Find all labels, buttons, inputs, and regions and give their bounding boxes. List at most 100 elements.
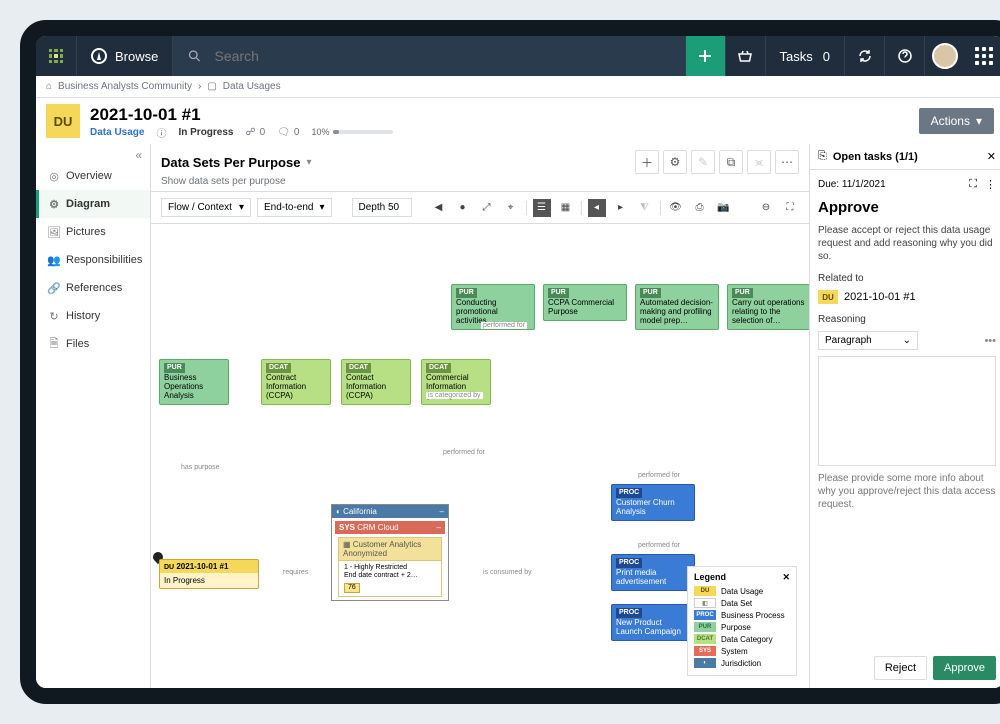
legend-title: Legend [694,572,726,583]
add-diagram-icon[interactable]: ＋ [635,150,659,174]
asset-type-link[interactable]: Data Usage [90,127,144,138]
zoom-fit-icon[interactable]: ⛶ [781,199,799,217]
tool-camera-icon[interactable]: 📷 [715,199,733,217]
sidebar-item-diagram[interactable]: ⚙Diagram [36,190,150,218]
help-icon[interactable] [884,36,924,76]
left-sidebar: « ◎Overview ⚙Diagram 🖼Pictures 👥Responsi… [36,144,151,688]
home-icon[interactable]: ⌂ [46,81,52,92]
approve-button[interactable]: Approve [933,656,996,680]
task-panel-title: Open tasks (1/1) [833,151,918,163]
node-purpose[interactable]: PURAutomated decision-making and profili… [635,284,719,330]
browse-menu[interactable]: Browse [76,36,173,76]
node-purpose[interactable]: PURBusiness Operations Analysis [159,359,229,405]
breadcrumb: ⌂ Business Analysts Community › ▢ Data U… [36,76,1000,98]
tool-eye-icon[interactable]: 👁 [667,199,685,217]
reasoning-textarea[interactable] [818,356,996,466]
refresh-icon[interactable] [844,36,884,76]
sidebar-item-files[interactable]: 🗎Files [36,330,150,358]
collapse-sidebar-icon[interactable]: « [36,148,150,162]
edit-icon[interactable]: ✎ [691,150,715,174]
node-purpose[interactable]: PURCarry out operations relating to the … [727,284,809,330]
comment-count[interactable]: ☍ 0 [246,127,266,138]
reasoning-hint: Please provide some more info about why … [818,472,996,511]
asset-header: DU 2021-10-01 #1 Data Usage ⓘ In Progres… [36,98,1000,144]
tool-fit-icon[interactable]: ⤢ [478,199,496,217]
sidebar-item-references[interactable]: 🔗References [36,274,150,302]
tool-filter-icon[interactable]: ⧨ [636,199,654,217]
sidebar-item-responsibilities[interactable]: 👥Responsibilities [36,246,150,274]
sidebar-item-history[interactable]: ↻History [36,302,150,330]
add-button[interactable] [685,36,725,76]
zoom-out-icon[interactable]: ⊖ [757,199,775,217]
node-process[interactable]: PROCPrint media advertisement [611,554,695,591]
chat-count[interactable]: 🗨 0 [277,127,299,138]
actions-button[interactable]: Actions ▾ [919,108,994,134]
direction-select[interactable]: End-to-end▾ [257,198,332,217]
info-icon[interactable]: ⓘ [156,127,166,137]
tool-back-icon[interactable]: ◀ [430,199,448,217]
edge-label: performed for [636,542,682,549]
edge-label: requires [281,569,310,576]
node-data-usage[interactable]: DU 2021-10-01 #1 In Progress [159,559,259,589]
related-asset[interactable]: DU 2021-10-01 #1 [818,290,996,304]
node-data-category[interactable]: DCATContact Information (CCPA) [341,359,411,405]
tool-list-icon[interactable]: ☰ [533,199,551,217]
diagram-title[interactable]: Data Sets Per Purpose [161,155,300,170]
node-jurisdiction[interactable]: ◐ California– SYS CRM Cloud– ▦ Customer … [331,504,449,601]
tool-center-icon[interactable]: ⌖ [502,199,520,217]
overview-icon: ◎ [49,171,59,181]
task-due-date: 11/1/2021 [842,179,886,190]
format-more-icon[interactable]: ••• [984,335,996,347]
tool-prev-icon[interactable]: ◂ [588,199,606,217]
legend-close-icon[interactable]: ✕ [782,572,790,583]
pictures-icon: 🖼 [49,227,59,237]
compass-icon [91,48,107,64]
diagram-edges [151,224,451,374]
node-process[interactable]: PROCCustomer Churn Analysis [611,484,695,521]
apps-menu[interactable] [964,47,1000,65]
tool-next-icon[interactable]: ▸ [612,199,630,217]
diagram-legend: Legend✕ DUData Usage ◧Data Set PROCBusin… [687,566,797,676]
edge-label: performed for [481,322,527,329]
share-icon[interactable]: ⪤ [747,150,771,174]
diagram-subtitle: Show data sets per purpose [161,176,799,187]
related-badge: DU [818,290,838,304]
tool-export-icon[interactable]: ⎙ [691,199,709,217]
tasks-nav[interactable]: Tasks 0 [765,36,844,76]
global-search[interactable] [173,36,684,76]
search-icon [187,48,202,64]
crumb-0[interactable]: Business Analysts Community [58,81,192,92]
sidebar-item-overview[interactable]: ◎Overview [36,162,150,190]
user-avatar[interactable] [924,36,964,76]
diagram-toolbar: Flow / Context▾ End-to-end▾ Depth 50 ◀ ●… [151,192,809,224]
basket-icon[interactable] [725,36,765,76]
link-icon: 🔗 [49,283,59,293]
tool-grid-icon[interactable]: ▦ [557,199,575,217]
node-process[interactable]: PROCNew Product Launch Campaign [611,604,695,641]
app-logo[interactable] [36,36,76,76]
top-nav: Browse Tasks 0 [36,36,1000,76]
crumb-1[interactable]: Data Usages [223,81,281,92]
task-more-icon[interactable]: ⋮ [985,178,996,191]
sidebar-item-pictures[interactable]: 🖼Pictures [36,218,150,246]
tool-record-icon[interactable]: ● [454,199,472,217]
flow-select[interactable]: Flow / Context▾ [161,198,251,217]
history-icon: ↻ [49,311,59,321]
depth-select[interactable]: Depth 50 [352,198,412,217]
search-input[interactable] [213,47,671,65]
task-prompt: Please accept or reject this data usage … [818,224,996,263]
format-select[interactable]: Paragraph⌄ [818,331,918,350]
edge-label: performed for [636,472,682,479]
browse-label: Browse [115,49,158,64]
more-icon[interactable]: ⋯ [775,150,799,174]
task-close-icon[interactable]: ✕ [987,150,996,163]
settings-icon[interactable]: ⚙ [663,150,687,174]
tasks-icon: ⎘ [818,150,827,163]
diagram-canvas[interactable]: PURConducting promotional activities PUR… [151,224,809,688]
copy-icon[interactable]: ⧉ [719,150,743,174]
reject-button[interactable]: Reject [874,656,927,680]
node-data-category[interactable]: DCATContract Information (CCPA) [261,359,331,405]
node-purpose[interactable]: PURCCPA Commercial Purpose [543,284,627,321]
expand-icon[interactable]: ⛶ [969,178,977,191]
edge-label: performed for [441,449,487,456]
